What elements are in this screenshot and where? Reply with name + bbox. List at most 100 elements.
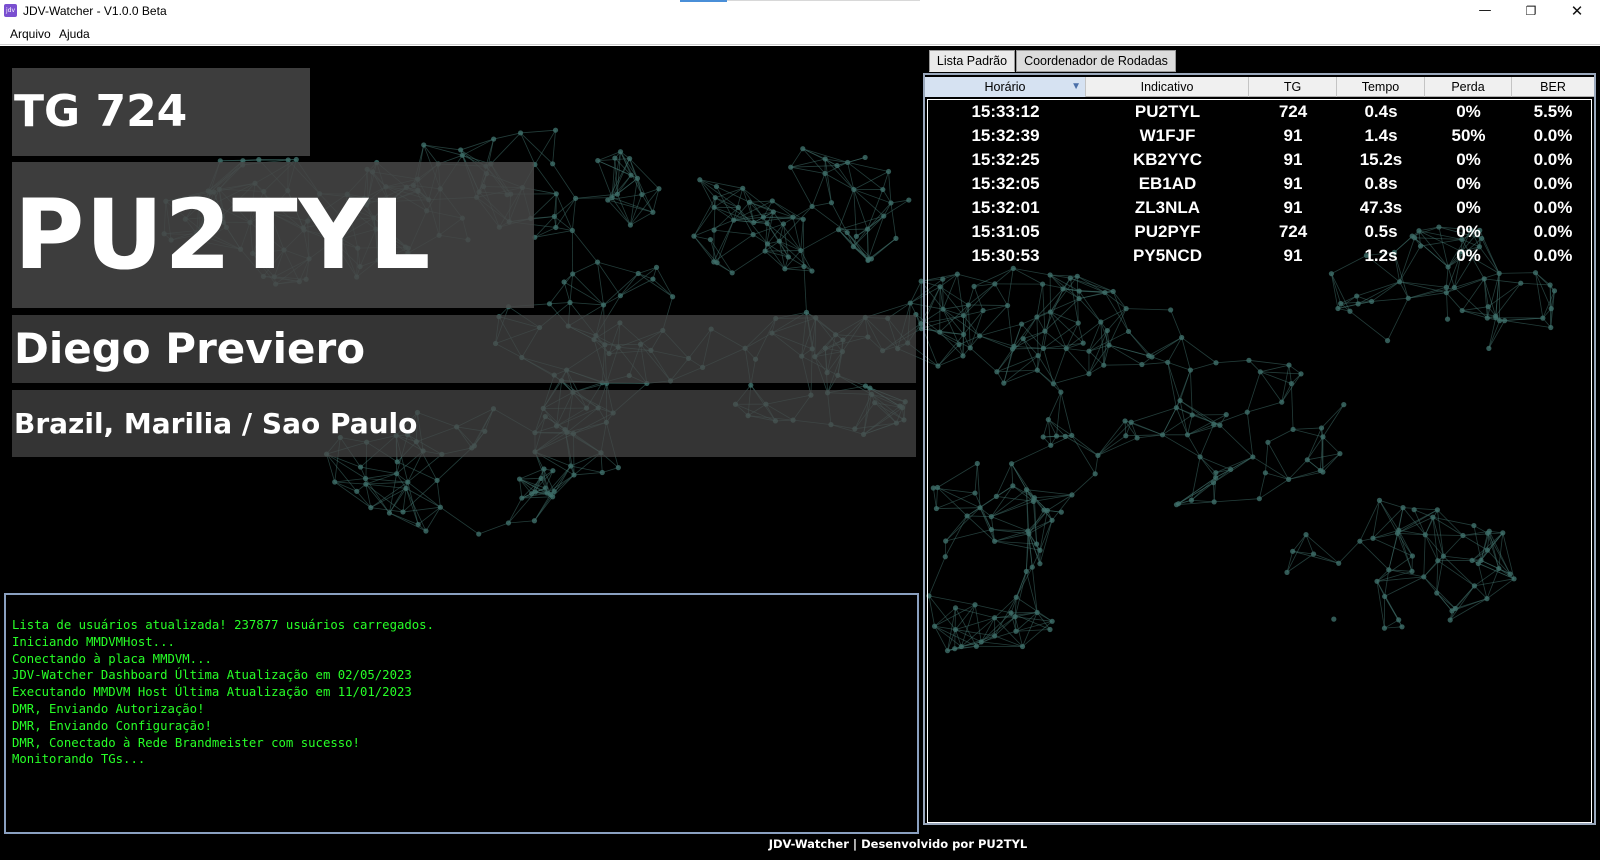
cell-indicativo: PY5NCD [1133, 246, 1202, 265]
network-link [534, 164, 557, 195]
cell-ber: 5.5% [1533, 102, 1573, 121]
network-node [542, 485, 548, 491]
network-node [517, 130, 524, 136]
network-node [491, 136, 497, 142]
network-node [627, 155, 633, 162]
network-link [790, 167, 813, 207]
network-node [880, 186, 886, 193]
network-link [803, 266, 807, 313]
log-console[interactable]: Lista de usuários atualizada! 237877 usu… [4, 593, 919, 834]
cell-tempo: 1.2s [1364, 246, 1398, 265]
close-button[interactable]: ✕ [1554, 0, 1600, 23]
tab-lista-padrao[interactable]: Lista Padrão [929, 50, 1015, 72]
network-link [572, 230, 598, 263]
network-node [600, 302, 607, 308]
network-node [713, 183, 720, 190]
column-header-ber[interactable]: BER [1512, 77, 1594, 97]
network-node [782, 266, 788, 272]
network-node [853, 233, 859, 239]
network-link [731, 250, 766, 274]
network-node [862, 383, 869, 389]
network-node [650, 209, 656, 215]
network-node [551, 488, 557, 495]
network-link [520, 132, 536, 165]
network-link [812, 202, 832, 207]
network-node [691, 233, 697, 239]
network-link [569, 273, 574, 303]
network-node [906, 197, 912, 203]
network-node [780, 221, 787, 227]
current-location: Brazil, Marilia / Sao Paulo [12, 390, 916, 457]
column-header-indicativo[interactable]: Indicativo [1086, 77, 1249, 97]
network-link [811, 173, 826, 207]
network-node [421, 142, 427, 148]
network-node [634, 175, 641, 181]
tab-coordenador-de-rodadas[interactable]: Coordenador de Rodadas [1016, 50, 1176, 72]
cell-horario: 15:32:05 [971, 174, 1040, 193]
network-node [711, 204, 717, 210]
network-link [784, 266, 805, 270]
network-node [573, 195, 579, 201]
log-line: Lista de usuários atualizada! 237877 usu… [12, 618, 434, 632]
network-link [389, 512, 419, 525]
network-node [798, 247, 804, 254]
network-node [354, 488, 360, 494]
table-row[interactable]: 15:31:05 PU2PYF 724 0.5s 0% 0.0% [925, 219, 1594, 243]
cell-tg: 724 [1278, 222, 1308, 241]
network-link [519, 477, 542, 480]
network-node [844, 229, 850, 236]
network-link [765, 250, 801, 252]
network-node [865, 256, 871, 263]
minimize-button[interactable]: — [1462, 0, 1508, 23]
network-link [611, 197, 631, 226]
cell-perda: 0% [1456, 150, 1481, 169]
network-node [907, 300, 913, 306]
menu-ajuda[interactable]: Ajuda [59, 27, 90, 41]
table-row[interactable]: 15:32:39 W1FJF 91 1.4s 50% 0.0% [925, 123, 1594, 147]
column-header-tempo[interactable]: Tempo [1337, 77, 1425, 97]
network-link [534, 227, 557, 238]
network-node [612, 155, 618, 161]
network-node [769, 198, 775, 204]
network-link [638, 267, 657, 274]
network-link [569, 302, 604, 306]
sort-descending-icon: ▼ [1071, 81, 1081, 92]
cell-perda: 0% [1456, 198, 1481, 217]
network-node [809, 203, 815, 210]
network-node [881, 213, 887, 219]
network-node [569, 227, 575, 234]
current-talkgroup: TG 724 [12, 68, 310, 156]
column-header-horario[interactable]: Horário ▼ [925, 77, 1086, 97]
network-link [436, 480, 441, 508]
network-link [370, 488, 407, 508]
log-line: DMR, Enviando Configuração! [12, 718, 212, 733]
table-row[interactable]: 15:32:01 ZL3NLA 91 47.3s 0% 0.0% [925, 195, 1594, 219]
network-link [856, 215, 884, 237]
network-node [538, 475, 544, 481]
network-link [462, 138, 494, 156]
network-link [716, 220, 735, 263]
network-node [567, 299, 573, 306]
network-link [508, 497, 523, 524]
current-callsign: PU2TYL [12, 162, 534, 308]
cell-tempo: 1.4s [1364, 126, 1398, 145]
network-link [713, 220, 735, 263]
table-row[interactable]: 15:33:12 PU2TYL 724 0.4s 0% 5.5% [925, 99, 1594, 123]
title-accent-line [680, 0, 727, 2]
network-node [362, 475, 369, 482]
network-link [716, 262, 733, 274]
menu-arquivo[interactable]: Arquivo [10, 27, 51, 41]
network-link [460, 138, 494, 151]
table-row[interactable]: 15:32:25 KB2YYC 91 15.2s 0% 0.0% [925, 147, 1594, 171]
maximize-button[interactable]: ❐ [1508, 0, 1554, 23]
table-row[interactable]: 15:30:53 PY5NCD 91 1.2s 0% 0.0% [925, 243, 1594, 267]
network-link [630, 194, 643, 226]
column-header-tg[interactable]: TG [1249, 77, 1337, 97]
network-node [400, 509, 406, 515]
network-node [635, 270, 641, 277]
network-node [822, 170, 828, 177]
table-row[interactable]: 15:32:05 EB1AD 91 0.8s 0% 0.0% [925, 171, 1594, 195]
column-header-perda[interactable]: Perda [1425, 77, 1512, 97]
title-bar: jdv JDV-Watcher - V1.0.0 Beta — ❐ ✕ [0, 0, 1600, 23]
cell-tg: 91 [1283, 246, 1303, 265]
